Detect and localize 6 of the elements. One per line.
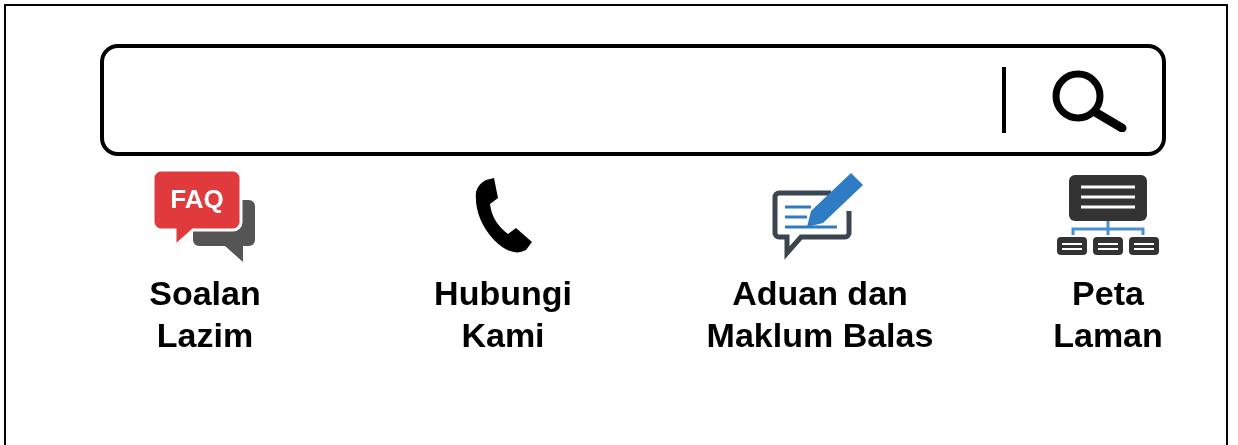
- search-field[interactable]: [100, 44, 1166, 156]
- link-label[interactable]: Hubungi Kami: [434, 272, 572, 356]
- link-label[interactable]: Soalan Lazim: [149, 272, 261, 356]
- link-label[interactable]: Peta Laman: [1053, 272, 1163, 356]
- link-label[interactable]: Aduan dan Maklum Balas: [706, 272, 934, 356]
- search-icon[interactable]: [1050, 68, 1128, 132]
